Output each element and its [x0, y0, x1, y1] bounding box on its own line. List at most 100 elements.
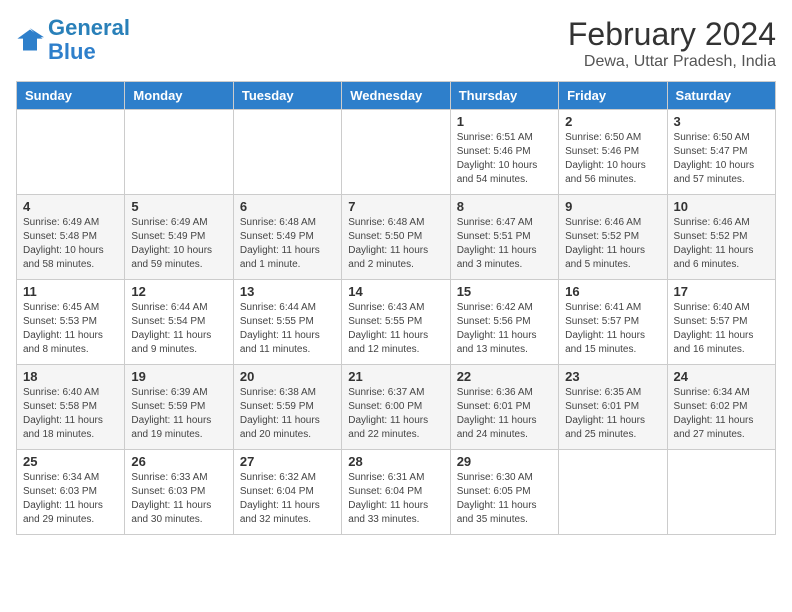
cell-info-text: Sunrise: 6:39 AM Sunset: 5:59 PM Dayligh… — [131, 386, 226, 442]
cell-info-text: Sunrise: 6:40 AM Sunset: 5:58 PM Dayligh… — [23, 386, 118, 442]
calendar-cell: 13Sunrise: 6:44 AM Sunset: 5:55 PM Dayli… — [233, 280, 341, 365]
calendar-cell: 17 Sunrise: 6:40 AM Sunset: 5:57 PM Dayli… — [667, 280, 775, 365]
calendar-cell: 6 Sunrise: 6:48 AM Sunset: 5:49 PM Daylig… — [233, 195, 341, 280]
cell-info-text: Sunrise: 6:45 AM Sunset: 5:53 PM Dayligh… — [23, 301, 118, 357]
calendar-cell: 25 Sunrise: 6:34 AM Sunset: 6:03 PM Dayli… — [17, 450, 125, 535]
cell-info-text: Sunrise: 6:30 AM Sunset: 6:05 PM Dayligh… — [457, 471, 552, 527]
calendar-cell: 19 Sunrise: 6:39 AM Sunset: 5:59 PM Dayli… — [125, 365, 233, 450]
cell-info-text: Sunrise: 6:37 AM Sunset: 6:00 PM Dayligh… — [348, 386, 443, 442]
cell-info-text: Sunrise: 6:34 AM Sunset: 6:02 PM Dayligh… — [674, 386, 769, 442]
calendar-week-5: 25 Sunrise: 6:34 AM Sunset: 6:03 PM Dayli… — [17, 450, 776, 535]
cell-info-text: Sunrise: 6:41 AM Sunset: 5:57 PM Dayligh… — [565, 301, 660, 357]
calendar-body: 1Sunrise: 6:51 AM Sunset: 5:46 PM Daylig… — [17, 110, 776, 535]
title-area: February 2024 Dewa, Uttar Pradesh, India — [568, 16, 776, 71]
cell-info-text: Sunrise: 6:48 AM Sunset: 5:50 PM Dayligh… — [348, 216, 443, 272]
calendar-cell: 10Sunrise: 6:46 AM Sunset: 5:52 PM Dayli… — [667, 195, 775, 280]
cell-info-text: Sunrise: 6:50 AM Sunset: 5:47 PM Dayligh… — [674, 131, 769, 187]
calendar-subtitle: Dewa, Uttar Pradesh, India — [568, 53, 776, 71]
cell-date-number: 18 — [23, 369, 118, 384]
cell-info-text: Sunrise: 6:49 AM Sunset: 5:48 PM Dayligh… — [23, 216, 118, 272]
calendar-cell — [17, 110, 125, 195]
cell-date-number: 24 — [674, 369, 769, 384]
calendar-cell: 9 Sunrise: 6:46 AM Sunset: 5:52 PM Daylig… — [559, 195, 667, 280]
calendar-cell: 4 Sunrise: 6:49 AM Sunset: 5:48 PM Daylig… — [17, 195, 125, 280]
calendar-cell: 14 Sunrise: 6:43 AM Sunset: 5:55 PM Dayli… — [342, 280, 450, 365]
cell-date-number: 25 — [23, 454, 118, 469]
calendar-table: SundayMondayTuesdayWednesdayThursdayFrid… — [16, 81, 776, 535]
cell-info-text: Sunrise: 6:44 AM Sunset: 5:55 PM Dayligh… — [240, 301, 335, 357]
calendar-cell: 3Sunrise: 6:50 AM Sunset: 5:47 PM Daylig… — [667, 110, 775, 195]
cell-date-number: 20 — [240, 369, 335, 384]
calendar-cell: 26Sunrise: 6:33 AM Sunset: 6:03 PM Dayli… — [125, 450, 233, 535]
cell-date-number: 21 — [348, 369, 443, 384]
cell-date-number: 4 — [23, 199, 118, 214]
cell-date-number: 14 — [348, 284, 443, 299]
calendar-cell: 12Sunrise: 6:44 AM Sunset: 5:54 PM Dayli… — [125, 280, 233, 365]
cell-info-text: Sunrise: 6:48 AM Sunset: 5:49 PM Dayligh… — [240, 216, 335, 272]
cell-date-number: 27 — [240, 454, 335, 469]
cell-info-text: Sunrise: 6:34 AM Sunset: 6:03 PM Dayligh… — [23, 471, 118, 527]
cell-date-number: 6 — [240, 199, 335, 214]
calendar-header-row: SundayMondayTuesdayWednesdayThursdayFrid… — [17, 82, 776, 110]
day-header-saturday: Saturday — [667, 82, 775, 110]
cell-info-text: Sunrise: 6:47 AM Sunset: 5:51 PM Dayligh… — [457, 216, 552, 272]
cell-info-text: Sunrise: 6:36 AM Sunset: 6:01 PM Dayligh… — [457, 386, 552, 442]
calendar-cell: 21 Sunrise: 6:37 AM Sunset: 6:00 PM Dayli… — [342, 365, 450, 450]
calendar-cell: 15Sunrise: 6:42 AM Sunset: 5:56 PM Dayli… — [450, 280, 558, 365]
calendar-cell: 16 Sunrise: 6:41 AM Sunset: 5:57 PM Dayli… — [559, 280, 667, 365]
calendar-cell — [559, 450, 667, 535]
calendar-cell: 8Sunrise: 6:47 AM Sunset: 5:51 PM Daylig… — [450, 195, 558, 280]
logo-bird-icon — [16, 26, 44, 54]
calendar-cell: 18 Sunrise: 6:40 AM Sunset: 5:58 PM Dayli… — [17, 365, 125, 450]
calendar-cell: 2Sunrise: 6:50 AM Sunset: 5:46 PM Daylig… — [559, 110, 667, 195]
cell-info-text: Sunrise: 6:31 AM Sunset: 6:04 PM Dayligh… — [348, 471, 443, 527]
cell-info-text: Sunrise: 6:46 AM Sunset: 5:52 PM Dayligh… — [565, 216, 660, 272]
cell-info-text: Sunrise: 6:42 AM Sunset: 5:56 PM Dayligh… — [457, 301, 552, 357]
logo-text: General Blue — [48, 16, 130, 64]
cell-info-text: Sunrise: 6:40 AM Sunset: 5:57 PM Dayligh… — [674, 301, 769, 357]
calendar-cell: 29 Sunrise: 6:30 AM Sunset: 6:05 PM Dayli… — [450, 450, 558, 535]
calendar-cell: 28 Sunrise: 6:31 AM Sunset: 6:04 PM Dayli… — [342, 450, 450, 535]
day-header-tuesday: Tuesday — [233, 82, 341, 110]
day-header-wednesday: Wednesday — [342, 82, 450, 110]
cell-date-number: 9 — [565, 199, 660, 214]
cell-date-number: 10 — [674, 199, 769, 214]
calendar-cell — [667, 450, 775, 535]
cell-date-number: 19 — [131, 369, 226, 384]
cell-info-text: Sunrise: 6:33 AM Sunset: 6:03 PM Dayligh… — [131, 471, 226, 527]
cell-info-text: Sunrise: 6:51 AM Sunset: 5:46 PM Dayligh… — [457, 131, 552, 187]
calendar-cell: 7Sunrise: 6:48 AM Sunset: 5:50 PM Daylig… — [342, 195, 450, 280]
calendar-week-1: 1Sunrise: 6:51 AM Sunset: 5:46 PM Daylig… — [17, 110, 776, 195]
cell-date-number: 29 — [457, 454, 552, 469]
calendar-week-4: 18 Sunrise: 6:40 AM Sunset: 5:58 PM Dayli… — [17, 365, 776, 450]
cell-date-number: 22 — [457, 369, 552, 384]
calendar-week-3: 11 Sunrise: 6:45 AM Sunset: 5:53 PM Dayli… — [17, 280, 776, 365]
calendar-cell: 24 Sunrise: 6:34 AM Sunset: 6:02 PM Dayli… — [667, 365, 775, 450]
cell-date-number: 12 — [131, 284, 226, 299]
cell-info-text: Sunrise: 6:35 AM Sunset: 6:01 PM Dayligh… — [565, 386, 660, 442]
cell-info-text: Sunrise: 6:43 AM Sunset: 5:55 PM Dayligh… — [348, 301, 443, 357]
calendar-cell: 11 Sunrise: 6:45 AM Sunset: 5:53 PM Dayli… — [17, 280, 125, 365]
cell-date-number: 2 — [565, 114, 660, 129]
cell-info-text: Sunrise: 6:38 AM Sunset: 5:59 PM Dayligh… — [240, 386, 335, 442]
cell-info-text: Sunrise: 6:32 AM Sunset: 6:04 PM Dayligh… — [240, 471, 335, 527]
calendar-cell: 5Sunrise: 6:49 AM Sunset: 5:49 PM Daylig… — [125, 195, 233, 280]
header: General Blue February 2024 Dewa, Uttar P… — [16, 16, 776, 71]
calendar-cell — [233, 110, 341, 195]
logo: General Blue — [16, 16, 130, 64]
cell-date-number: 23 — [565, 369, 660, 384]
day-header-friday: Friday — [559, 82, 667, 110]
calendar-cell — [125, 110, 233, 195]
calendar-cell: 22 Sunrise: 6:36 AM Sunset: 6:01 PM Dayli… — [450, 365, 558, 450]
calendar-cell: 27 Sunrise: 6:32 AM Sunset: 6:04 PM Dayli… — [233, 450, 341, 535]
day-header-sunday: Sunday — [17, 82, 125, 110]
cell-date-number: 17 — [674, 284, 769, 299]
calendar-cell — [342, 110, 450, 195]
cell-date-number: 28 — [348, 454, 443, 469]
cell-date-number: 11 — [23, 284, 118, 299]
day-header-thursday: Thursday — [450, 82, 558, 110]
calendar-cell: 1Sunrise: 6:51 AM Sunset: 5:46 PM Daylig… — [450, 110, 558, 195]
cell-date-number: 16 — [565, 284, 660, 299]
calendar-cell: 23 Sunrise: 6:35 AM Sunset: 6:01 PM Dayli… — [559, 365, 667, 450]
calendar-title: February 2024 — [568, 16, 776, 53]
